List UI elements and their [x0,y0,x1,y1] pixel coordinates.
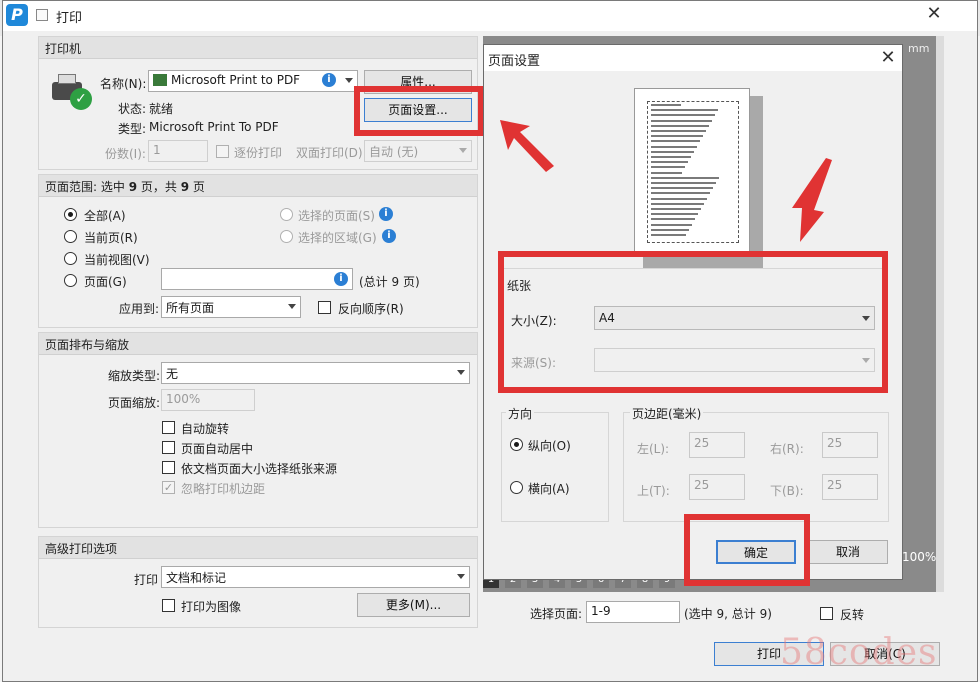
select-pages-info: (选中 9, 总计 9) [684,607,772,621]
pages-total-label: (总计 9 页) [359,275,420,289]
dialog-title: 打印 [56,11,83,26]
select-pages-label: 选择页面: [530,607,583,621]
range-view-label: 当前视图(V) [84,253,150,267]
selected-pages-info-icon[interactable]: i [379,207,393,221]
close-icon[interactable]: ✕ [922,4,946,26]
range-pages-radio[interactable] [64,274,77,287]
margins-frame [623,412,889,522]
print-what-label: 打印 [134,573,159,587]
page-range-title: 页面范围: 选中 9 页，共 9 页 [39,175,477,197]
range-selected-pages-radio[interactable] [280,208,293,221]
duplex-label: 双面打印(D) [296,146,363,160]
highlight-box-paper [498,251,888,393]
printer-icon: ✓ [52,74,92,110]
preview-scrollbar[interactable] [936,36,944,592]
type-label: 类型: [118,122,147,136]
dialog-icon [36,9,48,21]
apply-to-label: 应用到: [119,302,160,316]
auto-center-label: 页面自动居中 [181,442,254,456]
range-all-radio[interactable] [64,208,77,221]
landscape-radio[interactable] [510,481,523,494]
watermark-text: 58codes [780,632,938,673]
range-selected-pages-label: 选择的页面(S) [298,209,375,223]
margin-right-label: 右(R): [770,442,804,456]
unit-label: mm [908,42,930,55]
preview-line [651,104,681,106]
footer-reverse-checkbox[interactable] [820,607,833,620]
paper-by-size-label: 依文档页面大小选择纸张来源 [181,462,338,476]
type-value: Microsoft Print To PDF [149,120,279,134]
ignore-margin-checkbox[interactable]: ✓ [162,481,175,494]
margin-top-input[interactable]: 25 [689,474,745,500]
page-setup-title: 页面设置 [488,54,541,69]
ignore-margin-label: 忽略打印机边距 [181,482,266,496]
title-bar [3,1,977,31]
range-pages-label: 页面(G) [84,275,127,289]
margin-bottom-input[interactable]: 25 [822,474,878,500]
duplex-select[interactable]: 自动 (无) [364,140,472,162]
pages-info-icon[interactable]: i [334,272,348,286]
printer-name-label: 名称(N): [100,77,147,91]
layout-section-title: 页面排布与缩放 [39,333,477,355]
landscape-label: 横向(A) [528,482,570,496]
auto-rotate-label: 自动旋转 [181,422,230,436]
print-as-image-checkbox[interactable] [162,599,175,612]
copies-label: 份数(I): [105,147,146,161]
margin-left-label: 左(L): [637,442,670,456]
margin-left-input[interactable]: 25 [689,432,745,458]
margin-top-label: 上(T): [637,484,670,498]
page-scale-label: 页面缩放: [108,396,161,410]
range-current-radio[interactable] [64,230,77,243]
range-view-radio[interactable] [64,252,77,265]
copies-input[interactable]: 1 [148,140,208,162]
more-button[interactable]: 更多(M)... [357,593,470,617]
selected-area-info-icon[interactable]: i [382,229,396,243]
range-selected-area-radio[interactable] [280,230,293,243]
highlight-box-page-setup [354,86,484,136]
printer-section-title: 打印机 [39,37,477,59]
pages-input[interactable] [161,268,353,290]
paper-by-size-checkbox[interactable] [162,461,175,474]
margin-bottom-label: 下(B): [770,484,804,498]
margin-right-input[interactable]: 25 [822,432,878,458]
highlight-box-ok [684,514,810,586]
auto-center-checkbox[interactable] [162,441,175,454]
print-what-select[interactable]: 文档和标记 [161,566,470,588]
reverse-order-label: 反向顺序(R) [338,302,404,316]
page-setup-cancel-button[interactable]: 取消 [808,540,888,564]
scale-type-label: 缩放类型: [108,369,161,383]
advanced-section-title: 高级打印选项 [39,537,477,559]
margins-section-title: 页边距(毫米) [630,405,704,422]
status-value: 就绪 [149,102,174,116]
printer-name-value: Microsoft Print to PDF [171,73,301,87]
range-all-label: 全部(A) [84,209,126,223]
zoom-label: 100% [902,550,937,564]
portrait-label: 纵向(O) [528,439,571,453]
collate-label: 逐份打印 [234,146,283,160]
select-pages-input[interactable]: 1-9 [586,601,680,623]
pdf-printer-icon [153,74,167,86]
orientation-section-title: 方向 [506,405,535,422]
annotation-arrows [500,120,832,242]
orientation-frame [501,412,609,522]
scale-type-select[interactable]: 无 [161,362,470,384]
print-as-image-label: 打印为图像 [181,600,242,614]
reverse-order-checkbox[interactable] [318,301,331,314]
apply-to-select[interactable]: 所有页面 [161,296,301,318]
portrait-radio[interactable] [510,438,523,451]
range-selected-area-label: 选择的区域(G) [298,231,377,245]
status-label: 状态: [118,102,147,116]
footer-reverse-label: 反转 [840,608,865,622]
page-setup-close-icon[interactable]: ✕ [876,48,900,70]
page-scale-input[interactable]: 100% [161,389,255,411]
printer-info-icon[interactable]: i [322,73,336,87]
app-logo-icon: P [6,4,28,26]
collate-checkbox[interactable] [216,145,229,158]
arrow-to-page-setup-icon [500,120,554,172]
page-setup-title-bar [484,45,902,71]
auto-rotate-checkbox[interactable] [162,421,175,434]
range-current-label: 当前页(R) [84,231,138,245]
arrow-to-paper-icon [792,158,832,242]
